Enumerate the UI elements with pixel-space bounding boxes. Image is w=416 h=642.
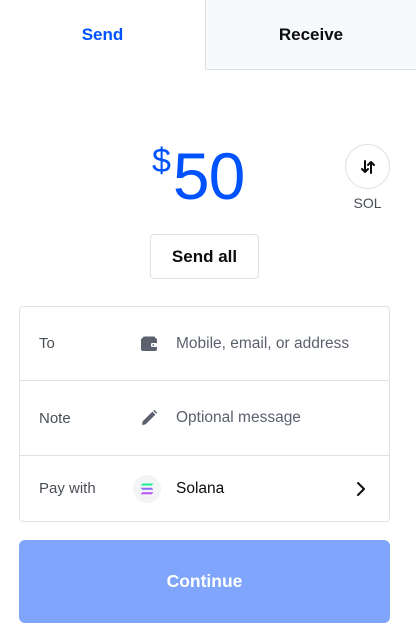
- recipient-input[interactable]: Mobile, email, or address: [176, 335, 349, 353]
- wallet-icon: [138, 333, 160, 355]
- note-field[interactable]: Note Optional message: [20, 381, 389, 456]
- pay-with-value: Solana: [176, 479, 225, 497]
- asset-label: SOL: [353, 195, 382, 211]
- send-all-button[interactable]: Send all: [150, 234, 259, 279]
- amount-input[interactable]: $ 50: [152, 139, 245, 213]
- swap-arrows-icon: [360, 159, 375, 174]
- pencil-icon: [138, 407, 160, 429]
- swap-currency-button[interactable]: [345, 144, 390, 189]
- tab-bar: Send Receive: [0, 0, 416, 70]
- pay-with-label: Pay with: [39, 480, 96, 497]
- pay-with-field[interactable]: Pay with Solana: [20, 456, 389, 521]
- continue-button[interactable]: Continue: [19, 540, 390, 623]
- send-form: To Mobile, email, or address Note Option…: [19, 306, 390, 522]
- tab-send[interactable]: Send: [0, 0, 205, 70]
- note-label: Note: [39, 409, 71, 427]
- note-input[interactable]: Optional message: [176, 409, 301, 427]
- solana-logo-icon: [133, 474, 161, 503]
- currency-symbol: $: [152, 142, 171, 180]
- amount-value: 50: [172, 139, 245, 213]
- to-label: To: [39, 335, 55, 352]
- to-field[interactable]: To Mobile, email, or address: [20, 307, 389, 381]
- chevron-right-icon: [353, 481, 369, 497]
- tab-receive[interactable]: Receive: [205, 0, 416, 70]
